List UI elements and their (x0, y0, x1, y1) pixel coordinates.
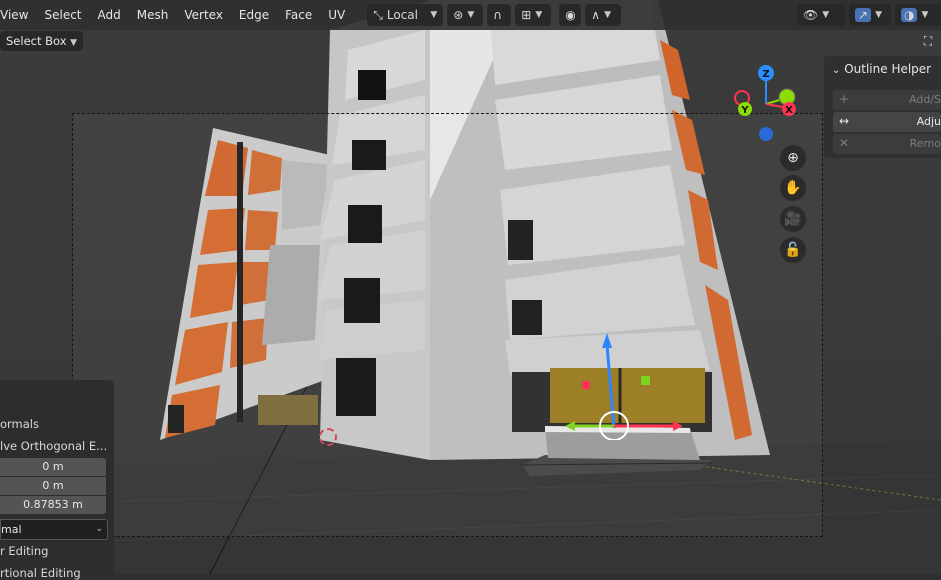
zoom-button[interactable]: ⊕ (780, 145, 806, 171)
chevron-down-icon: ▼ (70, 38, 78, 48)
remove-button[interactable]: ✕ Remo (833, 134, 941, 154)
pan-button[interactable]: ✋ (780, 175, 806, 201)
menu-select[interactable]: Select (36, 0, 89, 30)
chevron-down-icon: ▼ (467, 10, 475, 20)
plus-icon: + (839, 92, 850, 106)
menu-vertex[interactable]: Vertex (176, 0, 231, 30)
adjust-button-label: Adju (916, 115, 941, 128)
eye-icon: 👁 (803, 8, 819, 22)
operator-panel: ormals lve Orthogonal E... 0 m 0 m 0.878… (0, 380, 114, 580)
falloff-dropdown[interactable]: ∧ ▼ (585, 4, 622, 26)
chevron-down-icon: ▼ (921, 10, 929, 20)
select-box-label: Select Box (6, 34, 67, 48)
visibility-dropdown[interactable]: 👁 ▼ (797, 4, 845, 26)
gizmo-x-label: X (785, 105, 793, 116)
orientation-select-value: mal (1, 523, 22, 536)
magnet-icon: ∩ (493, 8, 503, 22)
chevron-down-icon: ⌄ (95, 524, 103, 534)
op-row-editing[interactable]: r Editing (0, 544, 48, 558)
remove-button-label: Remo (909, 137, 941, 150)
orientation-icon: ⤡ (373, 7, 383, 22)
unlock-icon: 🔓 (784, 242, 802, 258)
hand-icon: ✋ (784, 180, 802, 196)
lock-view-button[interactable]: 🔓 (780, 237, 806, 263)
value-field-z[interactable]: 0.87853 m (0, 496, 106, 514)
op-row-proportional[interactable]: rtional Editing (0, 566, 81, 580)
outline-helper-title: Outline Helper (844, 62, 932, 76)
menu-uv[interactable]: UV (320, 0, 353, 30)
orientation-value: Local (386, 8, 418, 22)
gizmo-icon: ↗ (855, 8, 872, 22)
snap-toggle[interactable]: ∩ (487, 4, 512, 26)
expand-sidebar-icon[interactable]: ⛶ (915, 30, 941, 52)
arrows-horizontal-icon: ↔ (839, 114, 850, 128)
overlay-icon: ◑ (901, 8, 918, 22)
zoom-icon: ⊕ (787, 150, 799, 166)
gizmo-z-label: Z (762, 69, 769, 80)
camera-frame (72, 113, 823, 537)
tool-settings-row: Select Box ▼ (0, 30, 84, 52)
proportional-icon: ◉ (565, 8, 576, 22)
x-icon: ✕ (839, 136, 850, 150)
value-field-x[interactable]: 0 m (0, 458, 106, 476)
adjust-button[interactable]: ↔ Adju (833, 112, 941, 132)
chevron-down-icon: ▼ (604, 10, 611, 20)
chevron-down-icon: ▼ (875, 10, 882, 20)
snap-grid-icon: ⊞ (521, 8, 532, 22)
viewport-header: View Select Add Mesh Vertex Edge Face UV… (0, 0, 941, 30)
gizmo-toggle[interactable]: ↗ ▼ (849, 4, 891, 26)
menu-add[interactable]: Add (90, 0, 129, 30)
op-row-orthogonal[interactable]: lve Orthogonal E... (0, 439, 107, 453)
select-box-dropdown[interactable]: Select Box ▼ (0, 31, 84, 51)
3d-cursor[interactable] (319, 428, 337, 446)
camera-view-button[interactable]: 🎥 (780, 206, 806, 232)
falloff-curve-icon: ∧ (591, 8, 601, 22)
pivot-point-dropdown[interactable]: ⊛ ▼ (447, 4, 484, 26)
menu-face[interactable]: Face (277, 0, 320, 30)
proportional-editing-toggle[interactable]: ◉ (559, 4, 582, 26)
pivot-icon: ⊛ (453, 8, 464, 22)
outline-helper-header[interactable]: ⌄ Outline Helper (824, 56, 941, 82)
add-button-label: Add/S (909, 93, 941, 106)
chevron-down-icon: ⌄ (832, 65, 841, 76)
value-field-y[interactable]: 0 m (0, 477, 106, 495)
snap-target-dropdown[interactable]: ⊞ ▼ (515, 4, 552, 26)
chevron-down-icon: ▼ (430, 10, 438, 20)
add-button[interactable]: + Add/S (833, 90, 941, 110)
outline-helper-panel: ⌄ Outline Helper + Add/S ↔ Adju ✕ Remo (824, 56, 941, 158)
chevron-down-icon: ▼ (535, 10, 543, 20)
transform-gizmo[interactable] (545, 330, 685, 440)
orientation-select[interactable]: mal ⌄ (0, 519, 108, 540)
transform-orientation-dropdown[interactable]: ⤡ Local ▼ (367, 4, 444, 26)
camera-icon: 🎥 (784, 211, 802, 227)
chevron-down-icon: ▼ (822, 10, 830, 20)
gizmo-y-label: Y (740, 105, 749, 116)
op-row-normals[interactable]: ormals (0, 417, 39, 431)
overlay-toggle[interactable]: ◑ ▼ (895, 4, 941, 26)
menu-view[interactable]: View (0, 0, 36, 30)
navigation-gizmo[interactable]: Z Y X (730, 64, 810, 144)
menu-mesh[interactable]: Mesh (129, 0, 177, 30)
menu-edge[interactable]: Edge (231, 0, 277, 30)
